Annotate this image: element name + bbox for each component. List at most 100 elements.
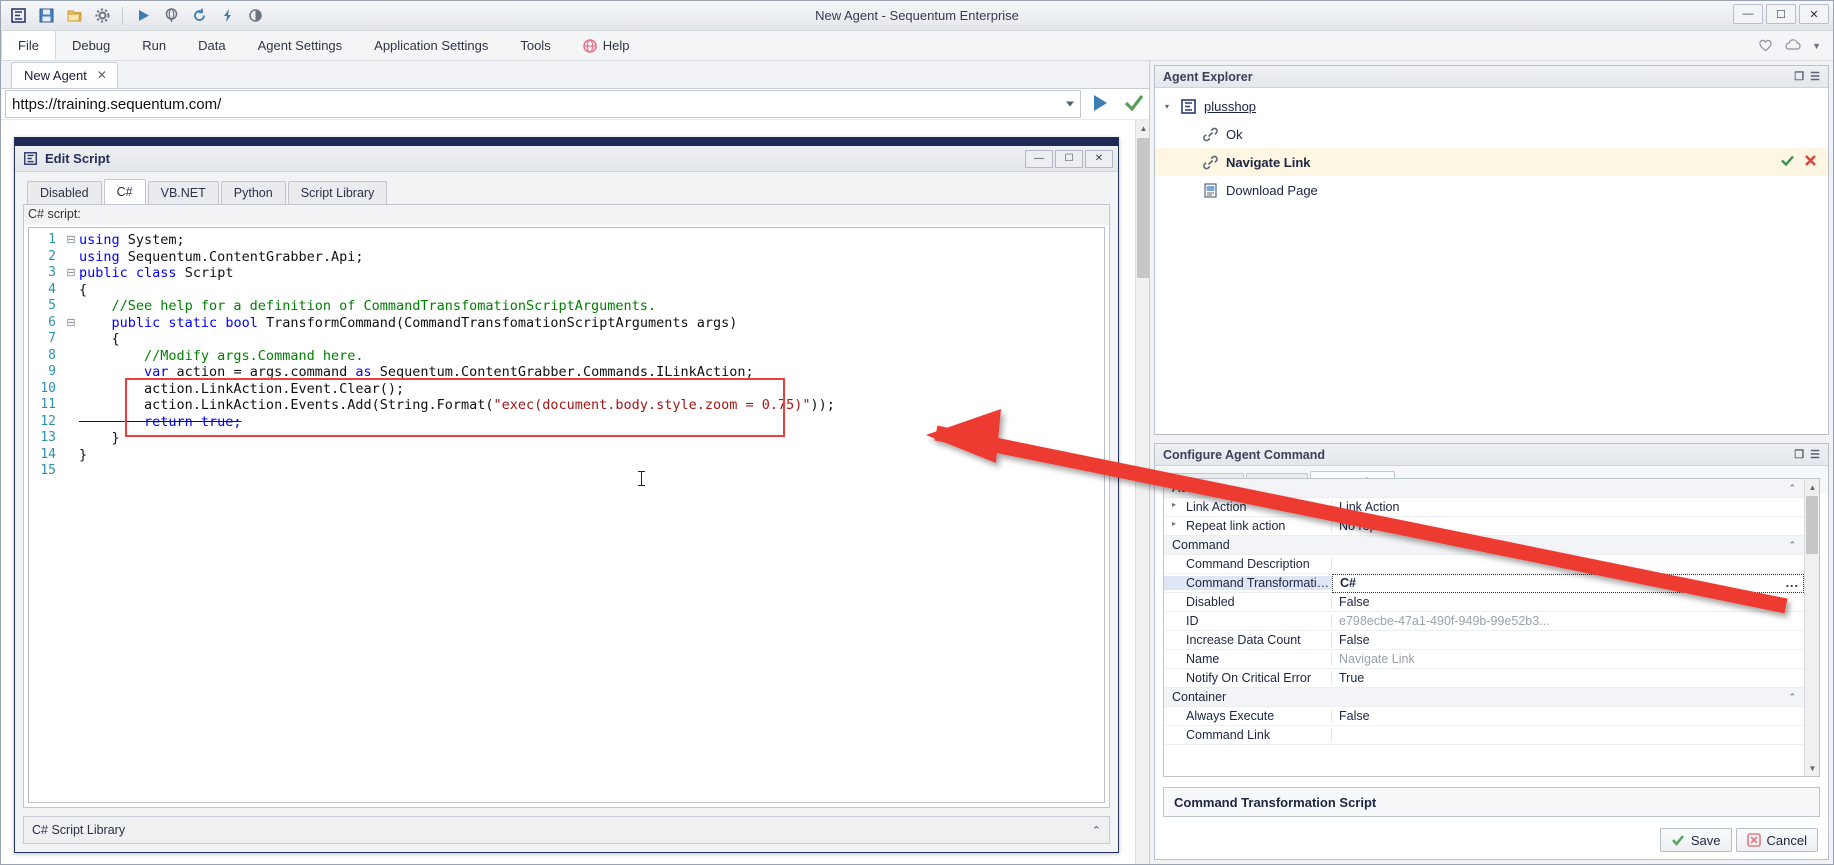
agent-tree[interactable]: ▾plusshopOkNavigate Link Download Page (1155, 88, 1828, 204)
line-number: 3 (29, 265, 63, 282)
window-close-button[interactable]: ✕ (1799, 4, 1829, 24)
navigate-go-button[interactable] (1083, 92, 1117, 117)
expand-collapse-icon[interactable]: ▾ (1161, 102, 1173, 111)
panel-menu-icon[interactable]: ☰ (1810, 70, 1820, 83)
collapse-category-icon[interactable]: ⌃ (1788, 540, 1796, 551)
lang-tab-script-library[interactable]: Script Library (288, 181, 388, 204)
lang-tab-csharp[interactable]: C# (104, 179, 146, 204)
favorite-icon[interactable] (1758, 38, 1773, 53)
property-row-link-action[interactable]: ▸Link ActionLink Action (1164, 498, 1804, 517)
collapse-category-icon[interactable]: ⌃ (1788, 483, 1796, 494)
line-number: 2 (29, 249, 63, 266)
contrast-icon[interactable] (242, 4, 268, 28)
property-value[interactable]: Link Action (1332, 500, 1804, 514)
properties-vertical-scrollbar[interactable]: ▲ ▼ (1804, 479, 1819, 776)
save-icon[interactable] (33, 4, 59, 28)
property-row-name[interactable]: NameNavigate Link (1164, 650, 1804, 669)
open-folder-icon[interactable] (61, 4, 87, 28)
code-lines[interactable]: 1⊟using System;2using Sequentum.ContentG… (29, 228, 1104, 480)
edit-script-minimize-button[interactable]: — (1025, 150, 1053, 168)
refresh-icon[interactable] (186, 4, 212, 28)
panel-menu-icon[interactable]: ☰ (1810, 448, 1820, 461)
panel-float-icon[interactable]: ❐ (1794, 70, 1804, 83)
cloud-dropdown-icon[interactable]: ▼ (1812, 41, 1821, 51)
property-category-action[interactable]: Action⌃ (1164, 479, 1804, 498)
tree-item-label: Download Page (1226, 183, 1318, 198)
lightning-icon[interactable] (214, 4, 240, 28)
property-row-command-description[interactable]: Command Description (1164, 555, 1804, 574)
navigate-confirm-button[interactable] (1117, 92, 1151, 117)
property-value[interactable]: True (1332, 671, 1804, 685)
app-logo-icon[interactable] (5, 4, 31, 28)
tree-item-download-page[interactable]: Download Page (1155, 176, 1828, 204)
window-minimize-button[interactable]: — (1733, 4, 1763, 24)
cloud-icon[interactable] (1783, 38, 1802, 53)
fold-toggle-icon[interactable]: ⊟ (63, 265, 79, 282)
lang-tab-disabled[interactable]: Disabled (27, 181, 102, 204)
script-library-footer[interactable]: C# Script Library ⌃ (23, 816, 1110, 844)
expand-property-icon[interactable]: ▸ (1172, 519, 1176, 528)
code-editor[interactable]: 1⊟using System;2using Sequentum.ContentG… (28, 227, 1105, 803)
tree-item-ok[interactable]: Ok (1155, 120, 1828, 148)
tree-item-plusshop[interactable]: ▾plusshop (1155, 92, 1828, 120)
code-token: public static (112, 315, 226, 331)
run-icon[interactable] (130, 4, 156, 28)
code-text: public static bool TransformCommand(Comm… (79, 315, 1104, 332)
property-value[interactable]: No repeat (1332, 519, 1804, 533)
property-row-increase-data-count[interactable]: Increase Data CountFalse (1164, 631, 1804, 650)
cancel-button[interactable]: Cancel (1736, 828, 1818, 852)
fold-toggle-icon[interactable]: ⊟ (63, 232, 79, 249)
property-row-disabled[interactable]: DisabledFalse (1164, 593, 1804, 612)
menu-item-help[interactable]: Help (567, 31, 646, 60)
fold-toggle-icon[interactable]: ⊟ (63, 315, 79, 332)
panel-float-icon[interactable]: ❐ (1794, 448, 1804, 461)
property-value[interactable]: e798ecbe-47a1-490f-949b-99e52b3... (1332, 614, 1804, 628)
tree-item-check-icon[interactable] (1780, 153, 1795, 171)
property-value[interactable]: Navigate Link (1332, 652, 1804, 666)
window-maximize-button[interactable]: ☐ (1766, 4, 1796, 24)
globe-icon[interactable] (158, 4, 184, 28)
properties-grid[interactable]: Action⌃▸Link ActionLink Action▸Repeat li… (1163, 478, 1820, 777)
edit-script-close-button[interactable]: ✕ (1085, 150, 1113, 168)
tab-close-icon[interactable]: ✕ (97, 68, 107, 82)
expand-property-icon[interactable]: ▸ (1172, 500, 1176, 509)
property-category-container[interactable]: Container⌃ (1164, 688, 1804, 707)
open-editor-ellipsis-button[interactable]: ... (1786, 576, 1799, 590)
lang-tab-vbnet[interactable]: VB.NET (148, 181, 219, 204)
properties-rows[interactable]: Action⌃▸Link ActionLink Action▸Repeat li… (1164, 479, 1804, 776)
collapse-category-icon[interactable]: ⌃ (1788, 692, 1796, 703)
property-row-command-transformation-script[interactable]: Command Transformation ScriptC#... (1164, 574, 1804, 593)
menu-item-application-settings[interactable]: Application Settings (358, 31, 504, 60)
code-line: 8 //Modify args.Command here. (29, 348, 1104, 365)
properties-scroll-thumb[interactable] (1806, 496, 1818, 554)
property-value[interactable]: C#... (1332, 574, 1804, 593)
menu-item-data[interactable]: Data (182, 31, 241, 60)
tab-new-agent[interactable]: New Agent ✕ (11, 62, 118, 88)
edit-script-maximize-button[interactable]: ☐ (1055, 150, 1083, 168)
menu-item-file[interactable]: File (1, 31, 56, 60)
menu-item-run[interactable]: Run (126, 31, 182, 60)
property-row-command-link[interactable]: Command Link (1164, 726, 1804, 745)
property-value[interactable]: False (1332, 633, 1804, 647)
menu-item-agent-settings[interactable]: Agent Settings (242, 31, 359, 60)
property-name: Notify On Critical Error (1164, 671, 1332, 685)
property-row-id[interactable]: IDe798ecbe-47a1-490f-949b-99e52b3... (1164, 612, 1804, 631)
property-value[interactable]: False (1332, 595, 1804, 609)
settings-gear-icon[interactable] (89, 4, 115, 28)
properties-scroll-down-icon[interactable]: ▼ (1805, 760, 1820, 776)
url-input[interactable]: https://training.sequentum.com/ (5, 90, 1081, 118)
property-row-notify-on-critical-error[interactable]: Notify On Critical ErrorTrue (1164, 669, 1804, 688)
menu-item-debug[interactable]: Debug (56, 31, 126, 60)
properties-scroll-up-icon[interactable]: ▲ (1805, 479, 1820, 495)
property-category-command[interactable]: Command⌃ (1164, 536, 1804, 555)
property-value[interactable]: False (1332, 709, 1804, 723)
property-row-always-execute[interactable]: Always ExecuteFalse (1164, 707, 1804, 726)
menu-item-tools[interactable]: Tools (504, 31, 566, 60)
property-row-repeat-link-action[interactable]: ▸Repeat link actionNo repeat (1164, 517, 1804, 536)
lang-tab-python[interactable]: Python (221, 181, 286, 204)
tree-item-navigate-link[interactable]: Navigate Link (1155, 148, 1828, 176)
chevron-up-icon[interactable]: ⌃ (1092, 824, 1101, 837)
save-button[interactable]: Save (1660, 828, 1732, 852)
tree-item-remove-icon[interactable] (1803, 153, 1818, 171)
url-dropdown-icon[interactable] (1066, 102, 1074, 107)
